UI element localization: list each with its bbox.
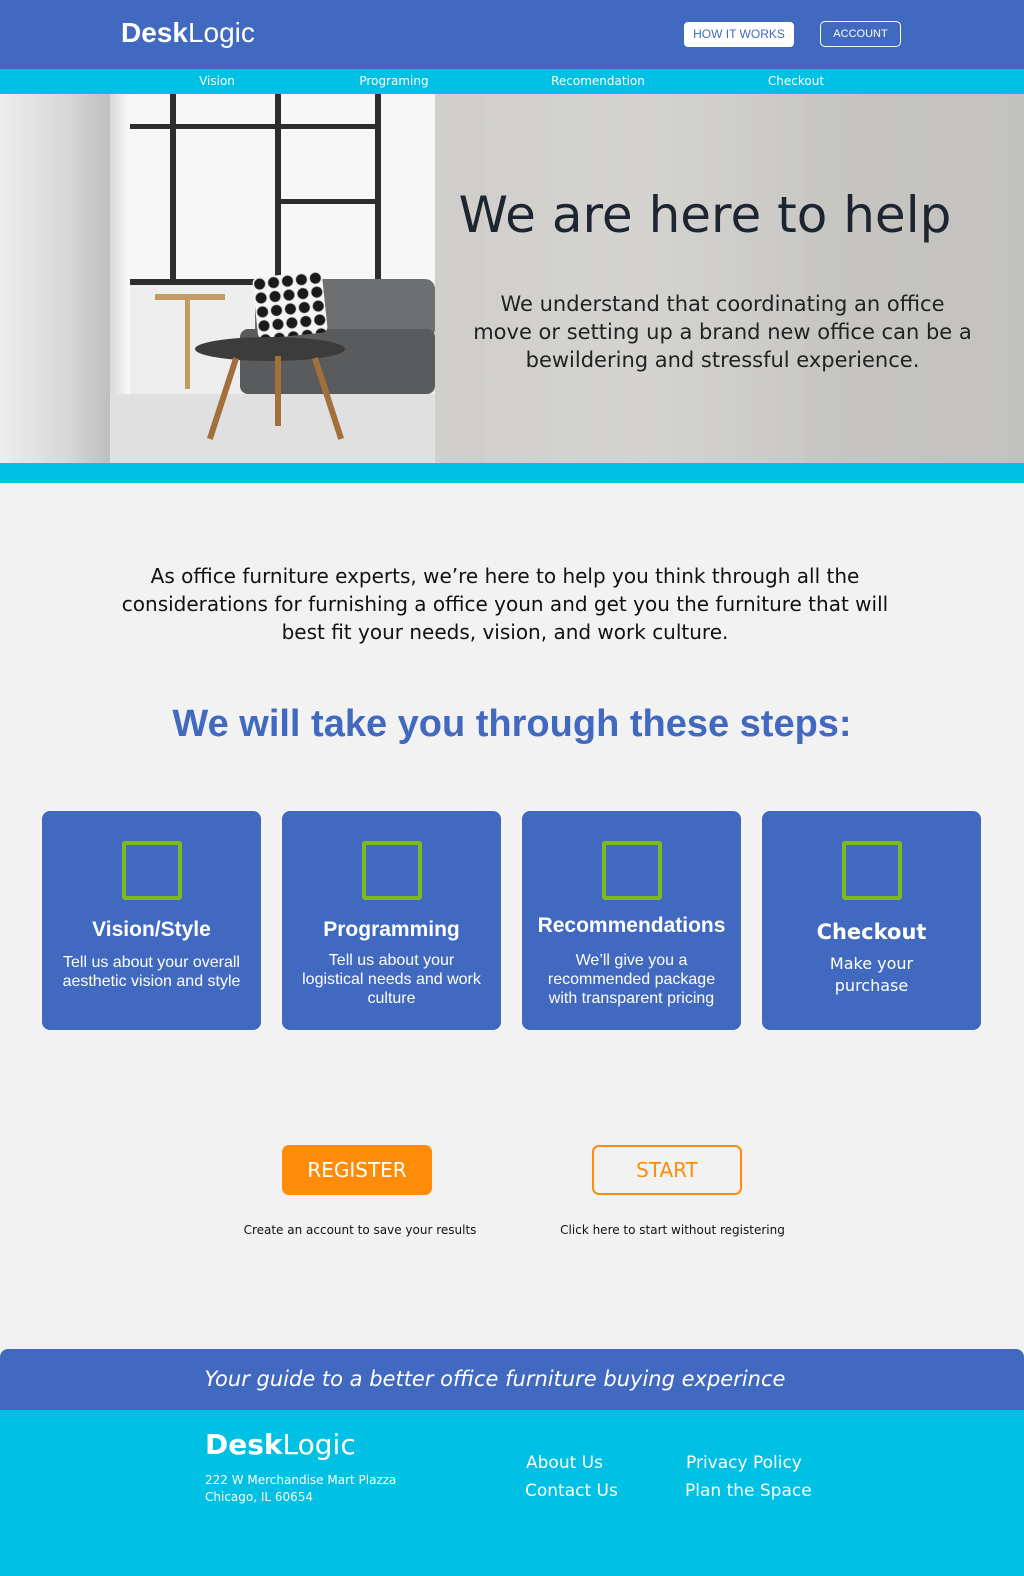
checkbox-icon (602, 841, 662, 900)
nav-item-checkout[interactable]: Checkout (768, 69, 824, 94)
footer-link-about-us[interactable]: About Us (526, 1452, 603, 1474)
footer-link-privacy-policy[interactable]: Privacy Policy (686, 1452, 802, 1474)
footer-tagline: Your guide to a better office furniture … (204, 1367, 786, 1391)
address-line-2: Chicago, IL 60654 (205, 1490, 314, 1504)
start-caption: Click here to start without registering (560, 1223, 785, 1237)
step-card-programming[interactable]: Programming Tell us about your logistica… (282, 811, 501, 1030)
hero-text: We understand that coordinating an offic… (473, 292, 972, 372)
address-line-1: 222 W Merchandise Mart Plazza (205, 1473, 397, 1487)
footer-logo-light: Logic (282, 1428, 356, 1461)
logo[interactable]: DeskLogic (121, 16, 255, 50)
step-card-vision[interactable]: Vision/Style Tell us about your overall … (42, 811, 261, 1030)
step-description: Make your purchase (829, 954, 914, 995)
step-description: We’ll give you a recommended package wit… (547, 952, 716, 1007)
step-description: Tell us about your overall aesthetic vis… (62, 954, 241, 990)
step-title: Recommendations (537, 914, 726, 937)
hero-title: We are here to help (458, 186, 952, 244)
step-card-checkout[interactable]: Checkout Make your purchase (762, 811, 981, 1030)
step-title: Checkout (816, 920, 927, 944)
top-header: DeskLogic HOW IT WORKS ACCOUNT (0, 0, 1024, 69)
step-description: Tell us about your logistical needs and … (302, 952, 481, 1007)
step-nav: Vision Programing Recomendation Checkout (0, 69, 1024, 94)
checkbox-icon (122, 841, 182, 900)
checkbox-icon (362, 841, 422, 900)
nav-item-vision[interactable]: Vision (199, 69, 235, 94)
hero-photo-living-room (110, 94, 435, 463)
footer-logo-bold: Desk (205, 1428, 283, 1461)
logo-light: Logic (187, 17, 255, 48)
footer (0, 1410, 1024, 1576)
steps-heading: We will take you through these steps: (172, 703, 852, 745)
start-button[interactable]: START (592, 1145, 742, 1195)
footer-link-plan-the-space[interactable]: Plan the Space (685, 1480, 812, 1502)
footer-link-contact-us[interactable]: Contact Us (525, 1480, 618, 1502)
intro-text: As office furniture experts, we’re here … (121, 564, 889, 644)
footer-logo[interactable]: DeskLogic (205, 1428, 356, 1462)
nav-item-programing[interactable]: Programing (359, 69, 428, 94)
nav-item-recomendation[interactable]: Recomendation (551, 69, 645, 94)
how-it-works-button[interactable]: HOW IT WORKS (684, 22, 794, 47)
checkbox-icon (842, 841, 902, 900)
step-title: Programming (323, 918, 460, 941)
logo-bold: Desk (121, 17, 188, 48)
step-card-recommendations[interactable]: Recommendations We’ll give you a recomme… (522, 811, 741, 1030)
step-title: Vision/Style (92, 918, 211, 941)
register-button[interactable]: REGISTER (282, 1145, 432, 1195)
footer-address: 222 W Merchandise Mart Plazza Chicago, I… (205, 1472, 396, 1506)
account-button[interactable]: ACCOUNT (820, 21, 901, 47)
hero-background-left (0, 94, 120, 463)
register-caption: Create an account to save your results (243, 1223, 477, 1237)
hero-divider (0, 463, 1024, 483)
hero-banner (0, 94, 1024, 463)
